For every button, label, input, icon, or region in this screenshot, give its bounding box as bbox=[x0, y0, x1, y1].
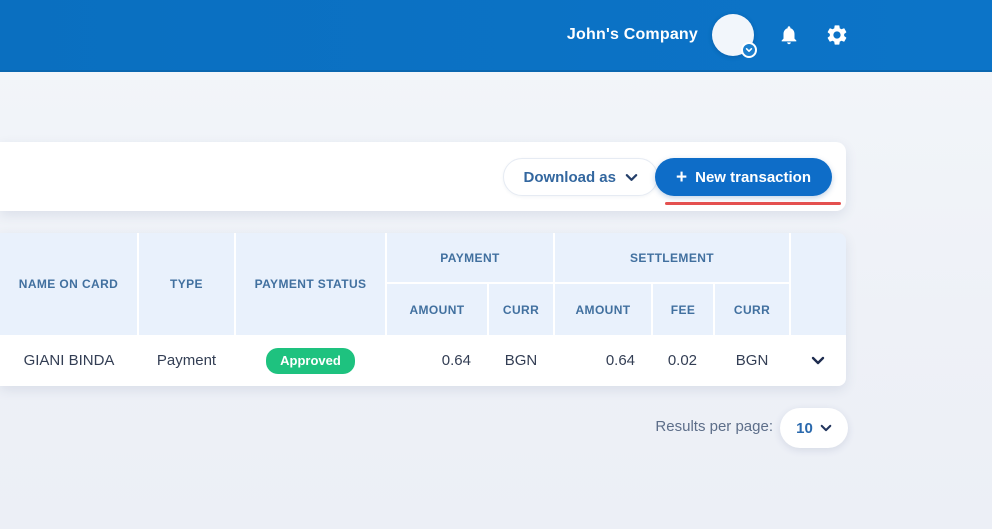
col-header-name-on-card: NAME ON CARD bbox=[0, 233, 138, 335]
topbar: John's Company bbox=[0, 0, 992, 72]
col-header-settlement-fee: FEE bbox=[652, 283, 714, 335]
company-name: John's Company bbox=[567, 26, 698, 44]
transactions-toolbar: Download as + New transaction bbox=[0, 142, 846, 211]
avatar-chevron-badge-icon bbox=[741, 42, 757, 58]
cell-settlement-curr: BGN bbox=[714, 335, 790, 386]
plus-icon: + bbox=[676, 168, 687, 187]
new-transaction-highlight-underline bbox=[665, 202, 841, 205]
cell-payment-status: Approved bbox=[235, 335, 386, 386]
cell-settlement-fee: 0.02 bbox=[652, 335, 714, 386]
settings-button[interactable] bbox=[824, 22, 850, 48]
col-header-payment-amount: AMOUNT bbox=[386, 283, 488, 335]
results-per-page-value: 10 bbox=[796, 420, 813, 437]
cell-payment-curr: BGN bbox=[488, 335, 554, 386]
cell-payment-amount: 0.64 bbox=[386, 335, 488, 386]
results-per-page-select[interactable]: 10 bbox=[780, 408, 848, 448]
chevron-down-icon bbox=[625, 173, 638, 182]
cell-name-on-card: GIANI BINDA bbox=[0, 335, 138, 386]
gear-icon bbox=[825, 23, 849, 47]
table-row: GIANI BINDA Payment Approved 0.64 BGN 0.… bbox=[0, 335, 846, 386]
row-expand-button[interactable] bbox=[806, 349, 830, 373]
download-as-label: Download as bbox=[523, 169, 616, 186]
col-header-payment-curr: CURR bbox=[488, 283, 554, 335]
cell-expand bbox=[790, 335, 846, 386]
col-group-settlement: SETTLEMENT bbox=[554, 233, 790, 283]
col-header-type: TYPE bbox=[138, 233, 235, 335]
account-menu[interactable] bbox=[712, 14, 754, 56]
download-as-button[interactable]: Download as bbox=[503, 158, 658, 196]
cell-settlement-amount: 0.64 bbox=[554, 335, 652, 386]
col-header-expand bbox=[790, 233, 846, 335]
new-transaction-button[interactable]: + New transaction bbox=[655, 158, 832, 196]
notifications-button[interactable] bbox=[776, 22, 802, 48]
chevron-down-icon bbox=[811, 356, 825, 365]
col-group-payment: PAYMENT bbox=[386, 233, 554, 283]
cell-type: Payment bbox=[138, 335, 235, 386]
results-per-page-label: Results per page: bbox=[655, 418, 773, 435]
bell-icon bbox=[778, 24, 800, 46]
chevron-down-icon bbox=[820, 424, 832, 432]
col-header-payment-status: PAYMENT STATUS bbox=[235, 233, 386, 335]
transactions-table: NAME ON CARD TYPE PAYMENT STATUS PAYMENT… bbox=[0, 233, 846, 386]
status-badge: Approved bbox=[266, 348, 355, 374]
new-transaction-label: New transaction bbox=[695, 169, 811, 186]
col-header-settlement-curr: CURR bbox=[714, 283, 790, 335]
col-header-settlement-amount: AMOUNT bbox=[554, 283, 652, 335]
